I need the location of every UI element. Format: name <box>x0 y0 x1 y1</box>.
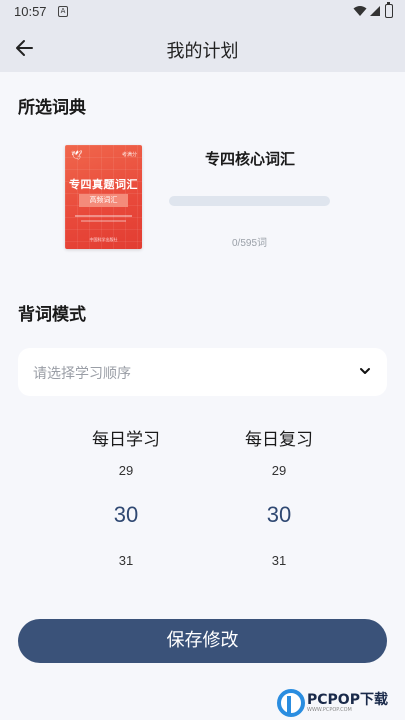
selected-dictionary-heading: 所选词典 <box>18 98 86 118</box>
book-cover[interactable]: 🕊 考满分 专四真题词汇 高频词汇 中国科学出版社 <box>65 145 142 249</box>
app-bar: 我的计划 <box>0 24 405 72</box>
save-changes-button[interactable]: 保存修改 <box>18 619 387 663</box>
daily-learn-label: 每日学习 <box>92 430 160 450</box>
cover-subtitle: 高频词汇 <box>79 194 128 207</box>
status-bar: 10:57 A <box>0 0 405 24</box>
signal-icon <box>370 6 380 16</box>
wifi-icon <box>353 6 367 16</box>
watermark-logo-icon <box>277 689 305 717</box>
cover-brand: 考满分 <box>121 152 137 158</box>
battery-icon <box>385 2 393 18</box>
cover-decoration <box>75 215 132 217</box>
select-placeholder: 请选择学习顺序 <box>33 366 131 382</box>
dictionary-name: 专四核心词汇 <box>204 150 295 168</box>
daily-review-label: 每日复习 <box>245 430 313 450</box>
progress-bar <box>169 196 330 206</box>
daily-learn-option-next[interactable]: 31 <box>66 553 186 568</box>
chevron-down-icon <box>360 368 370 374</box>
status-time: 10:57 <box>14 4 47 19</box>
watermark-text: PCPOP下载 <box>307 692 388 708</box>
study-order-select[interactable]: 请选择学习顺序 <box>18 348 387 396</box>
daily-review-option-selected[interactable]: 30 <box>219 502 339 528</box>
watermark: PCPOP下载 WWW.PCPOP.COM <box>277 686 403 720</box>
cover-publisher: 中国科学出版社 <box>89 237 118 242</box>
daily-learn-option-selected[interactable]: 30 <box>66 502 186 528</box>
daily-review-option-next[interactable]: 31 <box>219 553 339 568</box>
cover-decoration <box>81 220 126 222</box>
progress-text: 0/595词 <box>231 238 268 249</box>
watermark-subtext: WWW.PCPOP.COM <box>307 707 352 713</box>
notification-icon: A <box>58 6 68 17</box>
bird-logo-icon: 🕊 <box>71 151 83 161</box>
cover-title: 专四真题词汇 <box>69 178 138 191</box>
daily-learn-option-prev[interactable]: 29 <box>66 463 186 478</box>
daily-review-option-prev[interactable]: 29 <box>219 463 339 478</box>
page-title: 我的计划 <box>166 41 239 62</box>
study-mode-heading: 背词模式 <box>18 305 86 325</box>
